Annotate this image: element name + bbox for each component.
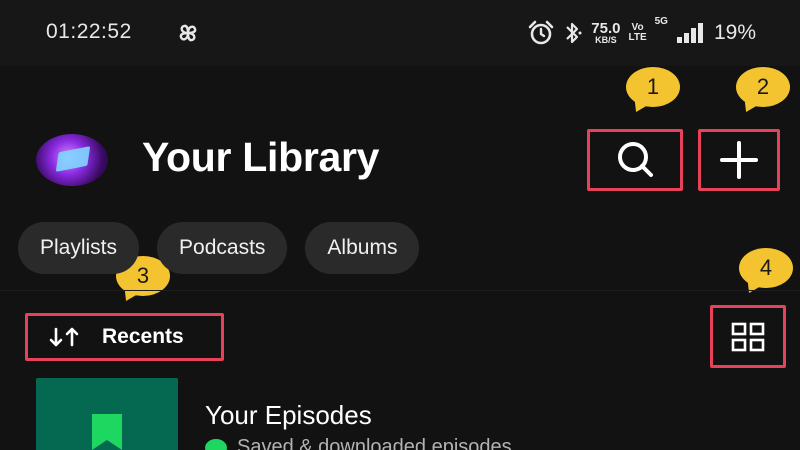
bluetooth-icon bbox=[566, 22, 582, 44]
filter-chip-playlists[interactable]: Playlists bbox=[18, 222, 140, 274]
section-divider bbox=[0, 290, 800, 291]
plus-icon bbox=[720, 141, 758, 179]
callout-2: 2 bbox=[736, 67, 790, 107]
status-bar: 01:22:52 75.0 KB/S Vo LTE 5G 19% bbox=[0, 0, 800, 66]
network-type: 5G bbox=[654, 16, 668, 27]
sort-arrows-icon bbox=[49, 327, 79, 347]
list-item-title: Your Episodes bbox=[205, 400, 372, 430]
profile-avatar[interactable] bbox=[36, 134, 108, 186]
network-speed: 75.0 KB/S bbox=[591, 20, 621, 45]
grid-view-icon bbox=[731, 322, 765, 351]
list-item-subtitle: Saved & downloaded episodes bbox=[205, 436, 512, 450]
your-episodes-cover[interactable] bbox=[36, 378, 178, 450]
callout-1: 1 bbox=[626, 67, 680, 107]
filter-chips: Playlists Podcasts Albums bbox=[18, 222, 420, 274]
filter-chip-albums[interactable]: Albums bbox=[305, 222, 420, 274]
page-title: Your Library bbox=[142, 134, 380, 180]
sort-button[interactable]: Recents bbox=[25, 313, 224, 361]
search-button[interactable] bbox=[587, 129, 683, 191]
add-button[interactable] bbox=[698, 129, 780, 191]
downloaded-icon bbox=[205, 438, 227, 450]
status-time: 01:22:52 bbox=[46, 20, 132, 43]
view-toggle-button[interactable] bbox=[710, 305, 786, 368]
battery-level: 19% bbox=[713, 21, 756, 44]
search-icon bbox=[618, 142, 653, 177]
alarm-icon bbox=[528, 20, 554, 45]
status-icons: 75.0 KB/S Vo LTE 5G 19% bbox=[527, 14, 756, 52]
signal-icon bbox=[676, 23, 703, 43]
callout-4: 4 bbox=[739, 248, 793, 288]
sort-label: Recents bbox=[102, 325, 184, 348]
bookmark-icon bbox=[92, 414, 122, 450]
volte-indicator: Vo LTE bbox=[628, 22, 647, 43]
pinwheel-app-icon bbox=[179, 24, 197, 42]
filter-chip-podcasts[interactable]: Podcasts bbox=[157, 222, 288, 274]
